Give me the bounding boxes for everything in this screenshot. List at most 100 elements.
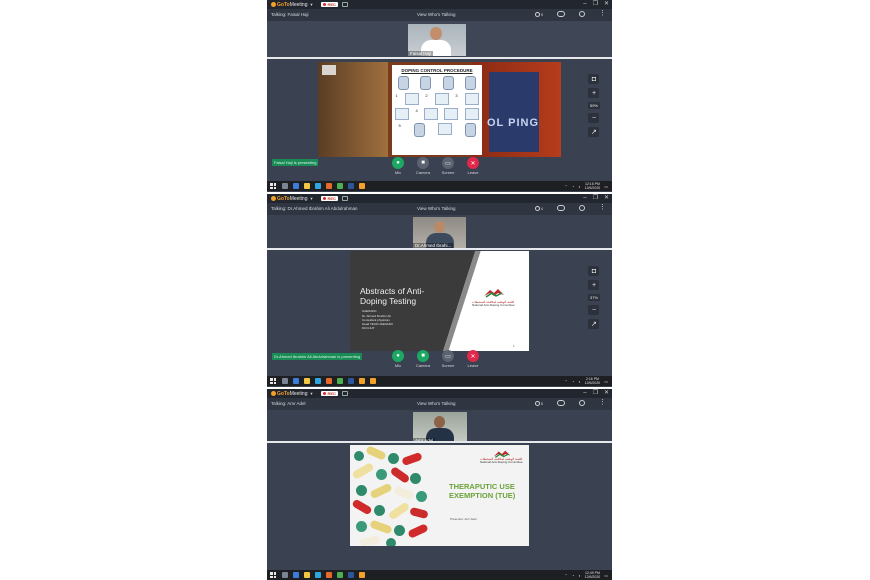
rec-badge[interactable]: REC: [321, 391, 338, 396]
maximize-button[interactable]: ❐: [593, 1, 598, 8]
participants-button[interactable]: 9: [534, 11, 543, 17]
zoom-out-button[interactable]: −: [588, 305, 600, 315]
volume-icon[interactable]: ◖: [578, 184, 580, 189]
firefox-icon[interactable]: [326, 183, 332, 189]
participants-button[interactable]: 4: [534, 205, 543, 211]
chat-icon[interactable]: [557, 11, 565, 17]
zoom-in-button[interactable]: +: [588, 280, 600, 290]
tray-arrow-icon[interactable]: ⌃: [564, 379, 567, 384]
camera-button[interactable]: ■ Camera: [416, 157, 430, 175]
more-options-icon[interactable]: ⋮: [599, 204, 606, 211]
windows-start-icon[interactable]: [270, 378, 276, 384]
file-explorer-icon[interactable]: [304, 183, 310, 189]
mic-button[interactable]: ● Mic: [391, 350, 405, 368]
task-view-icon[interactable]: [293, 183, 299, 189]
screenshot-icon[interactable]: [341, 2, 348, 7]
mic-button[interactable]: ● Mic: [391, 157, 405, 175]
volume-icon[interactable]: ◖: [578, 379, 580, 384]
screenshot-icon[interactable]: [341, 391, 348, 396]
screen-button[interactable]: ▭ Screen: [441, 350, 455, 368]
search-icon[interactable]: [282, 183, 288, 189]
clock[interactable]: 12:16 PM 12/6/2020: [585, 182, 601, 190]
chrome-icon[interactable]: [337, 183, 343, 189]
word-icon[interactable]: [348, 183, 354, 189]
gotomeeting-taskbar-icon[interactable]: [359, 183, 365, 189]
chat-icon[interactable]: [557, 400, 565, 406]
zoom-out-button[interactable]: −: [588, 113, 600, 123]
clock[interactable]: 12:49 PM 12/6/2020: [585, 571, 601, 579]
leave-button[interactable]: ✕ Leave: [466, 157, 480, 175]
rec-label: REC: [327, 196, 336, 201]
chrome-icon[interactable]: [337, 378, 343, 384]
notification-icon[interactable]: ▭: [604, 184, 608, 189]
wifi-icon[interactable]: ◔: [572, 379, 574, 384]
task-view-icon[interactable]: [293, 572, 299, 578]
search-icon[interactable]: [282, 572, 288, 578]
word-icon[interactable]: [348, 378, 354, 384]
close-button[interactable]: ✕: [604, 1, 609, 8]
maximize-button[interactable]: ❐: [593, 390, 598, 397]
edge-icon[interactable]: [315, 183, 321, 189]
minimize-button[interactable]: –: [583, 390, 586, 397]
file-explorer-icon[interactable]: [304, 572, 310, 578]
pill: [387, 501, 411, 521]
wifi-icon[interactable]: ◔: [572, 573, 574, 578]
view-whos-talking-dropdown[interactable]: View Who's Talking: [417, 206, 455, 211]
camera-button[interactable]: ■ Camera: [416, 350, 430, 368]
wifi-icon[interactable]: ◔: [572, 184, 574, 189]
webcam-thumbnail[interactable]: Faisal Haji: [408, 24, 466, 56]
screen-button[interactable]: ▭ Screen: [441, 157, 455, 175]
screenshot-icon[interactable]: [341, 196, 348, 201]
maximize-button[interactable]: ❐: [593, 195, 598, 202]
view-whos-talking-dropdown[interactable]: View Who's Talking: [417, 401, 455, 406]
view-whos-talking-dropdown[interactable]: View Who's Talking: [417, 12, 455, 17]
app-logo[interactable]: GoTo Meeting ▼: [271, 2, 313, 8]
camera-snapshot-icon[interactable]: ◘: [588, 266, 600, 276]
participants-button[interactable]: 5: [534, 400, 543, 406]
webcam-thumbnail[interactable]: Dr.Ahmed Ibrahi...: [413, 217, 466, 248]
app-logo[interactable]: GoTo Meeting ▼: [271, 196, 313, 202]
firefox-icon[interactable]: [326, 572, 332, 578]
word-icon[interactable]: [348, 572, 354, 578]
popout-icon[interactable]: ↗: [588, 319, 600, 329]
more-options-icon[interactable]: ⋮: [599, 399, 606, 406]
rec-badge[interactable]: REC: [321, 196, 338, 201]
system-tray: ⌃ ◔ ◖ 12:49 PM 12/6/2020 ▭: [564, 571, 608, 579]
notification-icon[interactable]: ▭: [604, 379, 608, 384]
search-icon[interactable]: [282, 378, 288, 384]
logo-icon: [271, 391, 276, 396]
leave-button[interactable]: ✕ Leave: [466, 350, 480, 368]
firefox-icon[interactable]: [326, 378, 332, 384]
volume-icon[interactable]: ◖: [578, 573, 580, 578]
chat-icon[interactable]: [557, 205, 565, 211]
gear-icon[interactable]: [579, 11, 585, 17]
notification-icon[interactable]: ▭: [604, 573, 608, 578]
minimize-button[interactable]: –: [583, 1, 586, 8]
gear-icon[interactable]: [579, 205, 585, 211]
rec-badge[interactable]: REC: [321, 2, 338, 7]
clock[interactable]: 2:16 PM 12/6/2020: [585, 377, 601, 385]
minimize-button[interactable]: –: [583, 195, 586, 202]
close-button[interactable]: ✕: [604, 390, 609, 397]
edge-icon[interactable]: [315, 572, 321, 578]
webcam-thumbnail[interactable]: Amr Adel: [413, 412, 467, 443]
gotomeeting-taskbar-icon[interactable]: [359, 378, 365, 384]
camera-snapshot-icon[interactable]: ◘: [588, 74, 600, 84]
close-button[interactable]: ✕: [604, 195, 609, 202]
popout-icon[interactable]: ↗: [588, 127, 600, 137]
windows-start-icon[interactable]: [270, 183, 276, 189]
gotomeeting-taskbar-icon[interactable]: [370, 378, 376, 384]
chrome-icon[interactable]: [337, 572, 343, 578]
windows-start-icon[interactable]: [270, 572, 276, 578]
more-options-icon[interactable]: ⋮: [599, 10, 606, 17]
tray-arrow-icon[interactable]: ⌃: [564, 573, 567, 578]
tray-arrow-icon[interactable]: ⌃: [564, 184, 567, 189]
task-view-icon[interactable]: [293, 378, 299, 384]
gear-icon[interactable]: [579, 400, 585, 406]
gotomeeting-taskbar-icon[interactable]: [359, 572, 365, 578]
file-explorer-icon[interactable]: [304, 378, 310, 384]
divider: [267, 248, 612, 250]
zoom-in-button[interactable]: +: [588, 88, 600, 98]
edge-icon[interactable]: [315, 378, 321, 384]
app-logo[interactable]: GoTo Meeting ▼: [271, 391, 313, 397]
